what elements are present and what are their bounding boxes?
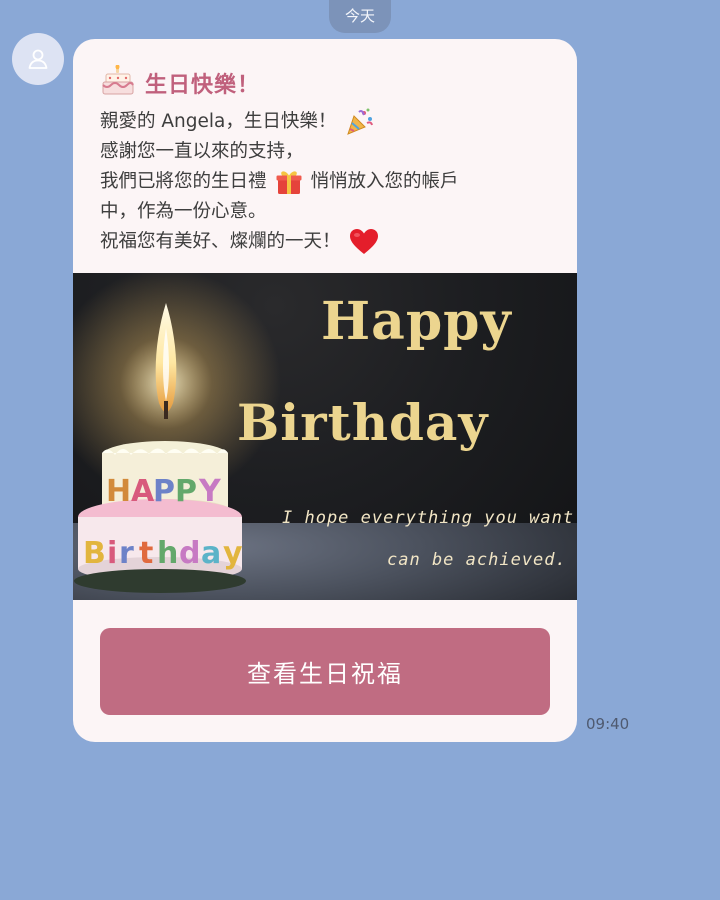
message-body: 親愛的 Angela，生日快樂！ 感謝您一直以來的支持， 我們已將您的生日禮 悄…: [100, 107, 560, 257]
user-icon: [28, 49, 48, 69]
banner-heading-happy: Happy: [321, 291, 512, 352]
message-text: 祝福您有美好、燦爛的一天！: [100, 231, 341, 252]
message-bubble: 生日快樂！ 親愛的 Angela，生日快樂！ 感謝您一直以來的支持， 我們已將您…: [73, 39, 577, 742]
birthday-cake-icon: [101, 64, 135, 101]
message-line-5: 祝福您有美好、燦爛的一天！: [100, 227, 560, 257]
message-title-row: 生日快樂！: [101, 64, 261, 101]
party-popper-icon: [344, 107, 374, 137]
message-text: 親愛的 Angela，生日快樂！: [100, 111, 337, 132]
candle-letter: Y: [198, 474, 222, 509]
candle-letter: P: [175, 474, 197, 509]
message-text: 悄悄放入您的帳戶: [310, 171, 459, 192]
candle-letter: h: [157, 536, 178, 571]
candle-letter: r: [119, 536, 134, 571]
candle-letter: a: [201, 536, 221, 571]
candle-letter: B: [83, 536, 106, 571]
message-line-4: 中，作為一份心意。: [100, 197, 560, 227]
message-text: 我們已將您的生日禮: [100, 171, 267, 192]
message-text: 中，作為一份心意。: [100, 201, 267, 222]
banner-wish-line-2: can be achieved.: [387, 550, 567, 570]
candle-letter: P: [153, 474, 175, 509]
message-text: 感謝您一直以來的支持，: [100, 141, 304, 162]
candle-letter: y: [223, 536, 243, 571]
message-timestamp: 09:40: [586, 715, 630, 733]
gift-icon: [275, 168, 303, 196]
view-birthday-wishes-button[interactable]: 查看生日祝福: [100, 628, 550, 715]
message-line-1: 親愛的 Angela，生日快樂！: [100, 107, 560, 137]
candle-letter: i: [107, 536, 117, 571]
red-heart-icon: [349, 228, 379, 256]
birthday-banner-image[interactable]: H A P P Y B i r t h d a y Happy Birthday…: [73, 273, 577, 600]
message-line-3: 我們已將您的生日禮 悄悄放入您的帳戶: [100, 167, 560, 197]
message-title: 生日快樂！: [145, 73, 261, 98]
date-separator: 今天: [329, 0, 391, 33]
candle-letter: A: [131, 474, 155, 509]
banner-wish-line-1: I hope everything you want: [282, 508, 575, 528]
candle-letter: d: [179, 536, 200, 571]
banner-heading-birthday: Birthday: [237, 393, 489, 452]
avatar[interactable]: [12, 33, 64, 85]
candle-letter: H: [106, 474, 131, 509]
message-line-2: 感謝您一直以來的支持，: [100, 137, 560, 167]
candle-letter: t: [139, 536, 153, 571]
